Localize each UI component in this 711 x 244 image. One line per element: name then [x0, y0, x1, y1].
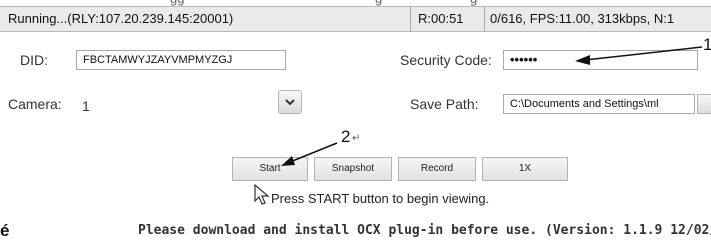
annotation-arrows [281, 46, 703, 166]
annotation-arrow-1 [575, 46, 703, 65]
annotation-arrow-2 [281, 142, 338, 166]
annotation-number-1: 1 [703, 35, 711, 54]
annotation-number-2: 2 [341, 127, 351, 146]
return-mark: ↵ [352, 133, 361, 144]
